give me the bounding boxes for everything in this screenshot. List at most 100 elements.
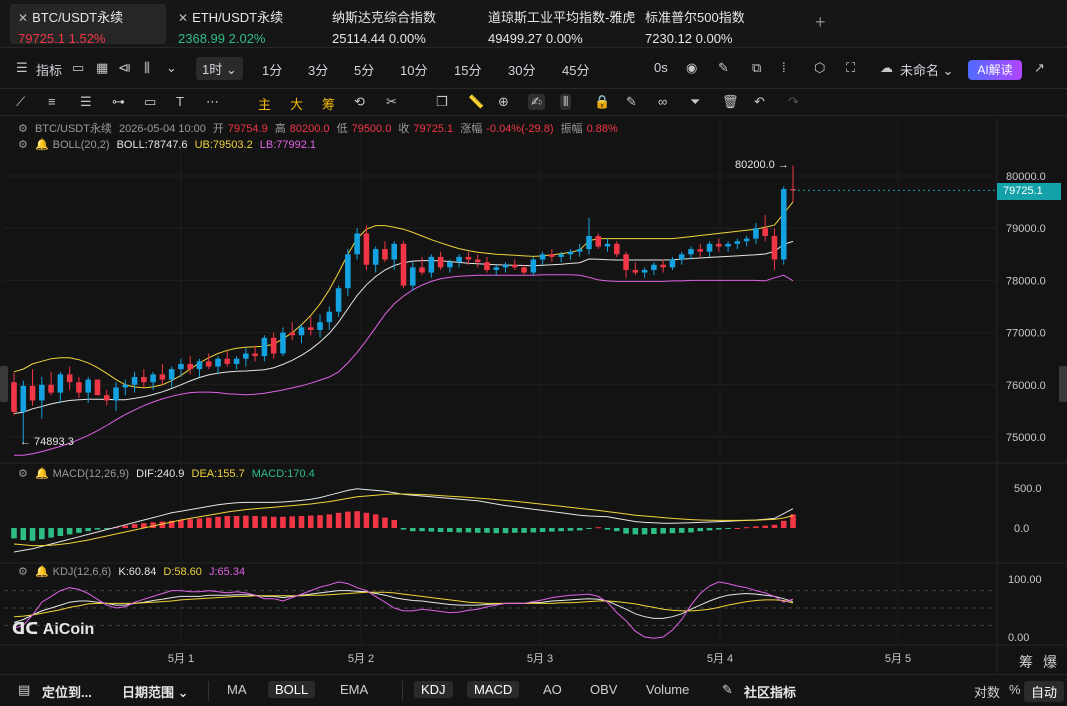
copy-icon[interactable]: ❐: [436, 94, 448, 110]
indicator-volume[interactable]: Volume: [646, 682, 689, 697]
parallel-lines-icon[interactable]: ≡: [48, 94, 56, 109]
close-icon[interactable]: ✕: [178, 11, 188, 25]
chip-button[interactable]: 筹: [322, 94, 335, 113]
timeframe-15m[interactable]: 15分: [454, 60, 481, 79]
trend-line-icon[interactable]: ⟋: [16, 94, 25, 110]
trash-icon[interactable]: 🗑: [722, 94, 739, 110]
macd-histogram-bar: [447, 528, 453, 532]
indicator-boll[interactable]: BOLL: [268, 681, 316, 698]
candle-body: [382, 249, 388, 260]
edit-doc-icon[interactable]: ✎: [626, 94, 637, 110]
macd-histogram-bar: [632, 528, 639, 535]
dots-icon[interactable]: ⋯: [206, 94, 219, 110]
filter-icon[interactable]: ⏷: [690, 94, 700, 110]
camera-icon[interactable]: ◉: [686, 60, 697, 76]
chevron-down-icon[interactable]: ⌄: [166, 60, 177, 76]
timeframe-30m[interactable]: 30分: [508, 60, 535, 79]
settings-icon[interactable]: ⬡: [814, 60, 825, 76]
candle-body: [187, 363, 193, 370]
amplitude-label: 振幅: [560, 123, 583, 135]
horizontal-ray-icon[interactable]: ⊶: [112, 94, 125, 110]
layout-name-button[interactable]: 未命名 ⌄: [900, 60, 954, 79]
lock-icon[interactable]: 🔒: [594, 94, 610, 110]
sync-icon[interactable]: ⟲: [354, 94, 365, 110]
indicators-button[interactable]: 指标: [36, 60, 62, 79]
auto-scale-toggle[interactable]: 自动: [1024, 681, 1065, 702]
bell-icon[interactable]: 🔔: [35, 566, 49, 578]
date-range-button[interactable]: 日期范围 ⌄: [122, 682, 189, 701]
candle-type-icon[interactable]: ⫼: [144, 60, 150, 76]
dotted-grid-icon[interactable]: ⁞: [782, 60, 786, 75]
gear-icon[interactable]: ⚙: [18, 139, 28, 151]
indicator-obv[interactable]: OBV: [590, 682, 617, 697]
indicator-ma[interactable]: MA: [227, 682, 247, 697]
liquidation-corner-label[interactable]: 爆: [1043, 652, 1057, 672]
gear-icon[interactable]: ⚙: [18, 123, 28, 135]
tab-eth-usdt[interactable]: ✕ ETH/USDT永续 2368.99 2.02%: [170, 4, 320, 46]
percent-scale-toggle[interactable]: %: [1009, 682, 1021, 697]
locate-button[interactable]: 定位到...: [42, 682, 92, 701]
tab-price: 7230.12: [645, 31, 692, 46]
zoom-icon[interactable]: ⊕: [498, 94, 509, 110]
text-icon[interactable]: T: [176, 94, 184, 109]
share-icon[interactable]: ↗: [1034, 60, 1045, 76]
timeframe-3m[interactable]: 3分: [308, 60, 328, 79]
brush-icon[interactable]: ✂: [386, 94, 397, 110]
magic-pen-icon[interactable]: ✍: [528, 94, 545, 110]
cloud-icon[interactable]: ☁: [880, 60, 893, 76]
left-collapse-handle[interactable]: [0, 366, 8, 402]
timeframe-10m[interactable]: 10分: [400, 60, 427, 79]
indicator-ema[interactable]: EMA: [340, 682, 368, 697]
tab-dow-jones[interactable]: 道琼斯工业平均指数-雅虎 49499.27 0.00%: [480, 4, 635, 46]
timeframe-5m[interactable]: 5分: [354, 60, 374, 79]
menu-icon[interactable]: ☰: [16, 60, 28, 76]
bell-icon[interactable]: 🔔: [35, 468, 49, 480]
main-force-button[interactable]: 主: [258, 94, 271, 113]
community-edit-icon[interactable]: ✎: [722, 682, 733, 698]
ai-analysis-button[interactable]: AI解读: [968, 60, 1022, 80]
fullscreen-box-icon[interactable]: ⧉: [752, 60, 761, 76]
tab-nasdaq[interactable]: 纳斯达克综合指数 25114.44 0.00%: [324, 4, 474, 46]
bell-icon[interactable]: 🔔: [35, 139, 49, 151]
ruler-icon[interactable]: 📏: [468, 94, 484, 110]
replay-icon[interactable]: ⧏: [118, 60, 131, 76]
ohlc-info: ⚙ BTC/USDT永续 2026-05-04 10:00 开 79754.9 高…: [18, 120, 622, 136]
grid-icon[interactable]: ▦: [96, 60, 108, 76]
timeframe-45m[interactable]: 45分: [562, 60, 589, 79]
magnet-icon[interactable]: ⫴: [560, 94, 572, 110]
expand-icon[interactable]: ⛶: [846, 60, 855, 76]
horizontal-lines-icon[interactable]: ☰: [80, 94, 92, 110]
indicator-kdj[interactable]: KDJ: [414, 681, 453, 698]
large-order-button[interactable]: 大: [290, 94, 303, 113]
add-tab-icon[interactable]: +: [815, 12, 826, 33]
tab-btc-usdt[interactable]: ✕ BTC/USDT永续 79725.1 1.52%: [10, 4, 166, 46]
macd-histogram-bar: [595, 527, 602, 529]
chart-canvas[interactable]: 80000.0 79000.0 78000.0 77000.0 76000.0 75000…: [0, 118, 1067, 674]
undo-icon[interactable]: ↶: [754, 94, 765, 110]
layout-icon[interactable]: ▭: [72, 60, 84, 76]
indicator-ao[interactable]: AO: [543, 682, 562, 697]
candle-body: [280, 332, 286, 354]
candle-body: [243, 353, 249, 359]
calendar-icon[interactable]: ▤: [18, 682, 30, 698]
indicator-macd[interactable]: MACD: [467, 681, 520, 698]
kdj-tick-label: 0.00: [1008, 632, 1029, 644]
redo-icon[interactable]: ↷: [788, 94, 799, 110]
gear-icon[interactable]: ⚙: [18, 468, 28, 480]
link-icon[interactable]: ∞: [658, 94, 667, 109]
gear-icon[interactable]: ⚙: [18, 566, 28, 578]
macd-histogram-bar: [734, 528, 741, 529]
timeframe-1m[interactable]: 1分: [262, 60, 282, 79]
chip-corner-label[interactable]: 筹: [1019, 652, 1033, 672]
candle-body: [558, 254, 564, 257]
high-value: 80200.0: [289, 123, 330, 135]
timeframe-selector[interactable]: 1时 ⌄: [196, 57, 243, 80]
rectangle-icon[interactable]: ▭: [144, 94, 156, 110]
log-scale-toggle[interactable]: 对数: [974, 682, 1000, 701]
tab-sp500[interactable]: 标准普尔500指数 7230.12 0.00%: [637, 4, 787, 46]
right-collapse-handle[interactable]: [1059, 366, 1067, 402]
seconds-button[interactable]: 0s: [654, 60, 668, 75]
pencil-icon[interactable]: ✎: [718, 60, 729, 76]
community-indicators-button[interactable]: 社区指标: [744, 682, 796, 701]
close-icon[interactable]: ✕: [18, 11, 28, 25]
